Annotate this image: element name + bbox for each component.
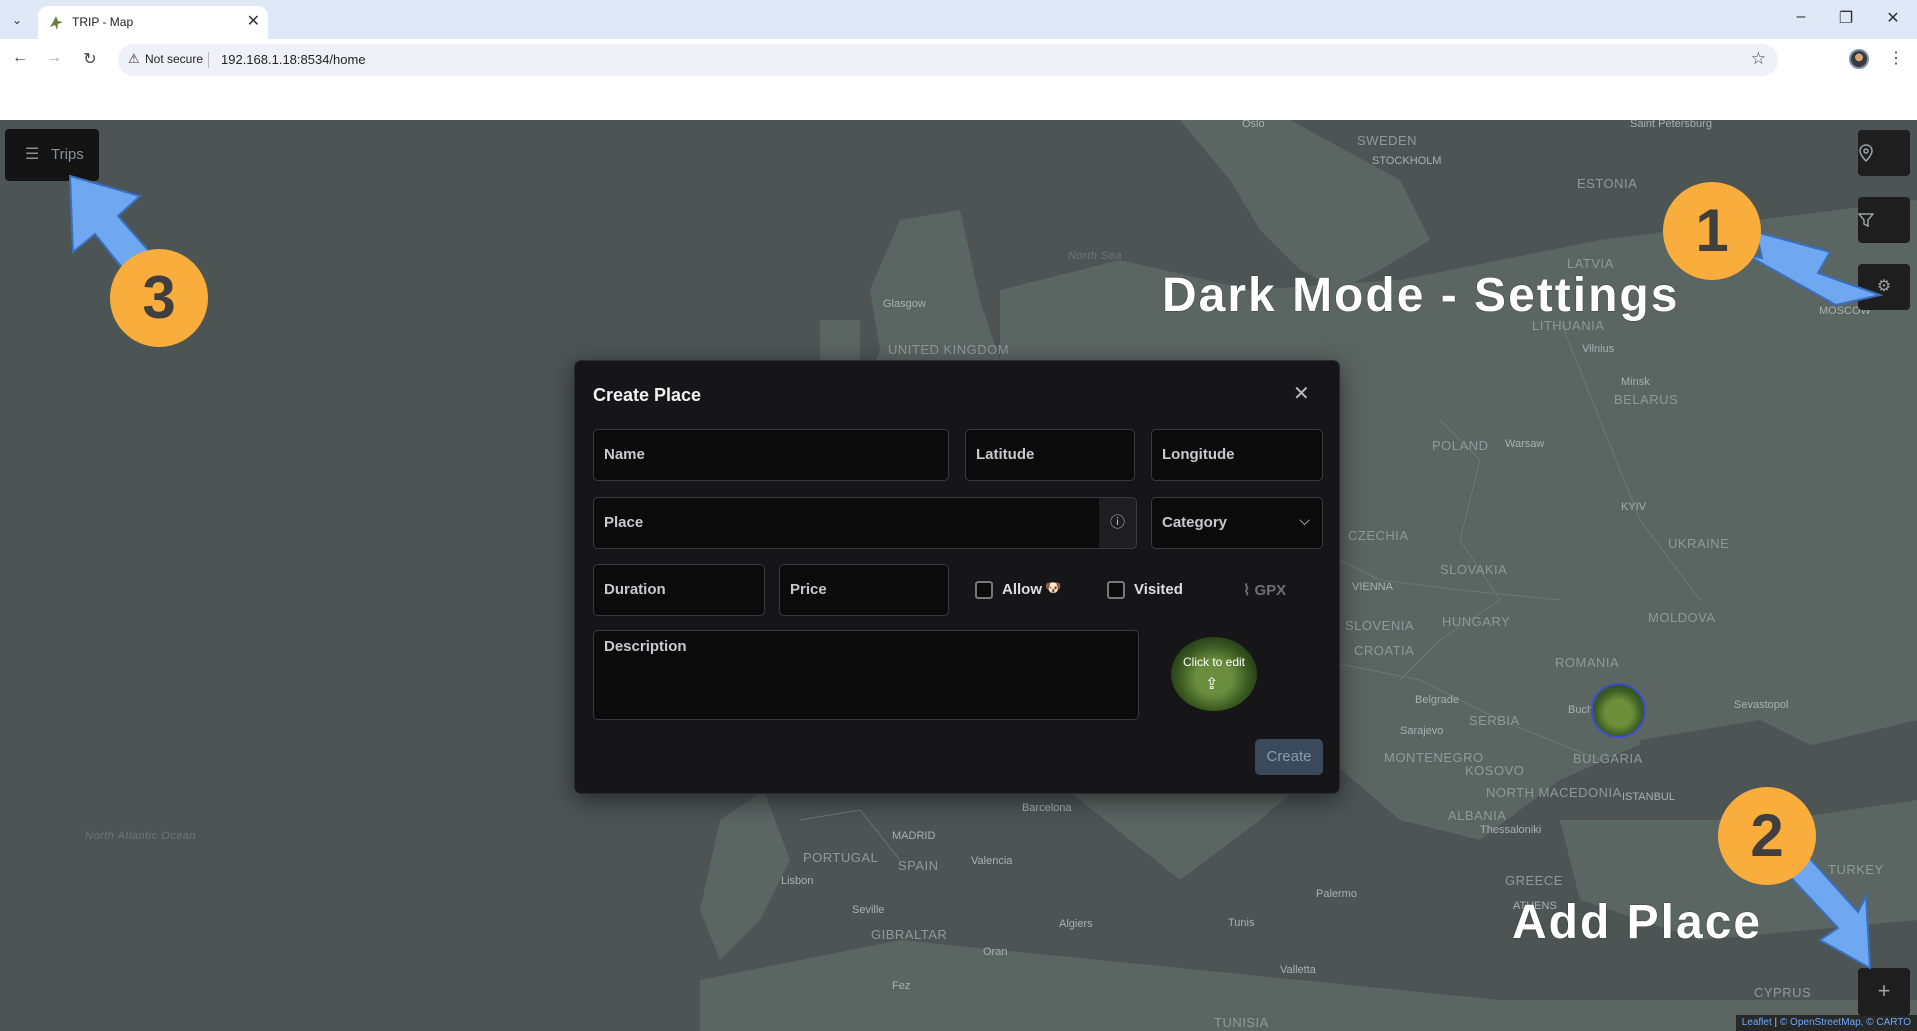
annotation-badge-2: 2: [1718, 787, 1816, 885]
annotation-badge-3: 3: [110, 249, 208, 347]
annotation-add-place-text: Add Place: [1512, 896, 1763, 949]
annotation-badge-1: 1: [1663, 182, 1761, 280]
annotation-settings-text: Dark Mode - Settings: [1162, 269, 1680, 322]
annotation-arrows: [68, 174, 1884, 970]
arrow-to-settings: [1746, 230, 1884, 307]
